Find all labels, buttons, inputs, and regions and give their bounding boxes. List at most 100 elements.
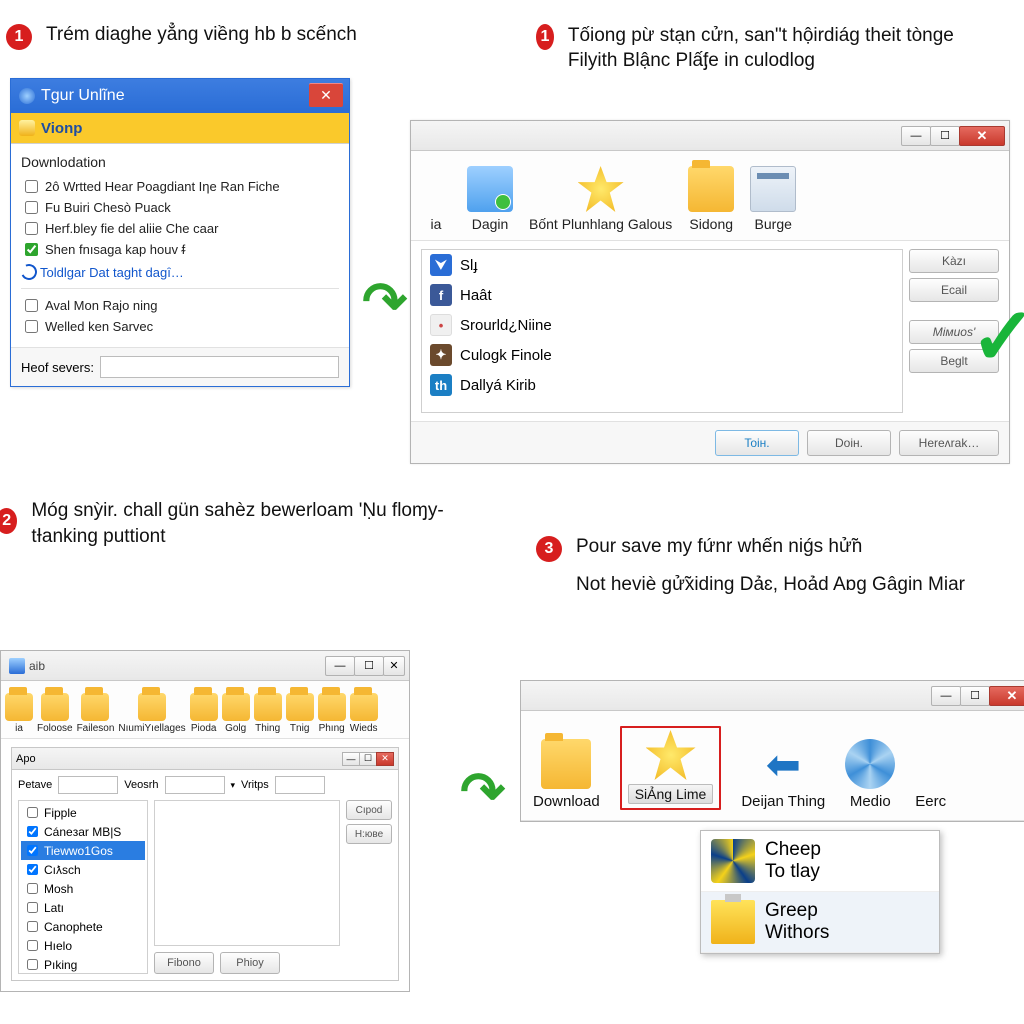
toolbar-item[interactable]: Phıng [318, 693, 346, 734]
step1-right-text: Tốiong pừ stạn cửn, san"t hộirdiág theit… [568, 24, 1006, 73]
folder-icon [41, 693, 69, 721]
window-titlebar[interactable]: aib — ☐ ✕ [1, 651, 409, 681]
side-button[interactable]: H:ювe [346, 824, 392, 844]
checkbox[interactable] [27, 826, 38, 837]
tree-node[interactable]: Tiewwo1Gos [21, 841, 145, 860]
toolbar-item[interactable]: ia [5, 693, 33, 734]
minimize-button[interactable]: — [325, 656, 355, 676]
check-item[interactable]: Herf.bley fie del aliie Che caar [21, 218, 339, 239]
minimize-button[interactable]: — [901, 126, 931, 146]
checkbox[interactable] [27, 959, 38, 970]
restore-link[interactable]: Toldlgar Dat taght dagȋ… [21, 260, 339, 282]
minimize-button[interactable]: — [931, 686, 961, 706]
tree-node[interactable]: Mosh [21, 879, 145, 898]
close-button[interactable]: ✕ [959, 126, 1005, 146]
maximize-button[interactable]: ☐ [354, 656, 384, 676]
checkbox[interactable] [27, 883, 38, 894]
side-button[interactable]: Cıрod [346, 800, 392, 820]
checkbox[interactable] [27, 940, 38, 951]
list-item[interactable]: •Srourld¿Niine [422, 310, 902, 340]
dropdown-menu[interactable]: CheepTo tlay GreepWithoɾs [700, 830, 940, 954]
check-item[interactable]: Welled ken Sarvec [21, 316, 339, 337]
checkbox[interactable] [27, 807, 38, 818]
cancel-button[interactable]: Doін. [807, 430, 891, 456]
toolbar-item[interactable]: Bốnt Plunhlang Galous [529, 166, 672, 232]
checkbox[interactable] [25, 243, 38, 256]
checkbox[interactable] [25, 180, 38, 193]
menu-item[interactable]: GreepWithoɾs [701, 892, 939, 953]
dialog-titlebar[interactable]: Tgur Unlĩne ✕ [11, 79, 349, 113]
check-item[interactable]: 2ô Wrtted Hear Poagdiant Iƞe Ran Fiche [21, 176, 339, 197]
tree-node[interactable]: Hıelo [21, 936, 145, 955]
folder-icon [541, 739, 591, 789]
tree-node[interactable]: Cáneзar MB|S [21, 822, 145, 841]
toolbar-item[interactable]: Pioda [190, 693, 218, 734]
close-button[interactable]: ✕ [309, 83, 343, 107]
filter-input[interactable] [275, 776, 325, 794]
filter-input[interactable] [58, 776, 118, 794]
list-item[interactable]: thDallyá Kirib [422, 370, 902, 400]
list-item[interactable]: fHaât [422, 280, 902, 310]
toolbar-item[interactable]: Foloose [37, 693, 73, 734]
toolbar-item-download[interactable]: Download [533, 739, 600, 810]
app-list[interactable]: ⮟Slɟ fHaât •Srourld¿Niine ✦Culogk Finole… [421, 249, 903, 413]
toolbar-item[interactable]: Sidong [688, 166, 734, 232]
tree-node[interactable]: Canophete [21, 917, 145, 936]
action-button[interactable]: Phiоy [220, 952, 280, 974]
toolbar-item[interactable]: Tnig [286, 693, 314, 734]
checkbox[interactable] [27, 845, 38, 856]
step3-line2: Not heviè gử̃xiding Dảɛ, Hoảd Aɒg Gâgin … [576, 572, 965, 598]
footer-input[interactable] [100, 356, 339, 378]
close-button[interactable]: ✕ [376, 752, 394, 766]
tree-node[interactable]: Pıking [21, 955, 145, 974]
app-icon: ✦ [430, 344, 452, 366]
toolbar-item[interactable]: Thing [254, 693, 282, 734]
checkbox[interactable] [25, 299, 38, 312]
ok-button[interactable]: Toін. [715, 430, 799, 456]
browse-button[interactable]: Hereʌrak… [899, 430, 999, 456]
window-titlebar[interactable]: — ☐ ✕ [411, 121, 1009, 151]
checkbox[interactable] [25, 201, 38, 214]
check-item[interactable]: Fu Buiri Chesò Puack [21, 197, 339, 218]
check-item[interactable]: Aval Mon Rajo ning [21, 295, 339, 316]
check-item[interactable]: Shen fnısaga kap houv ᵮ [21, 239, 339, 260]
checkbox[interactable] [27, 921, 38, 932]
step1-left-badge: 1 [6, 24, 32, 50]
tree-node[interactable]: Latı [21, 898, 145, 917]
list-item[interactable]: ✦Culogk Finole [422, 340, 902, 370]
toolbar-item[interactable]: Wieds [350, 693, 378, 734]
checkbox[interactable] [25, 320, 38, 333]
toolbar-item[interactable]: Eerc [915, 739, 946, 810]
toolbar-item[interactable]: Medio [845, 739, 895, 810]
toolbar-item[interactable]: Faileson [77, 693, 115, 734]
close-button[interactable]: ✕ [989, 686, 1024, 706]
field-label: Veosrh [124, 779, 158, 791]
side-button[interactable]: Kàzı [909, 249, 999, 273]
maximize-button[interactable]: ☐ [930, 126, 960, 146]
tree-list[interactable]: FippleCáneзar MB|STiewwo1GosCıƛschMoshLa… [18, 800, 148, 974]
checkbox[interactable] [27, 902, 38, 913]
maximize-button[interactable]: ☐ [960, 686, 990, 706]
list-item[interactable]: ⮟Slɟ [422, 250, 902, 280]
toolbar-item[interactable]: NıumiYıellages [118, 693, 185, 734]
toolbar-item[interactable]: ⬅ Deijan Thing [741, 740, 825, 810]
action-button[interactable]: Fibonо [154, 952, 214, 974]
menu-item[interactable]: CheepTo tlay [701, 831, 939, 892]
maximize-button[interactable]: ☐ [359, 752, 377, 766]
options-dialog: Tgur Unlĩne ✕ Vionp Downlodation 2ô Wrtt… [10, 78, 350, 387]
toolbar-item[interactable]: Dagin [467, 166, 513, 232]
window-titlebar[interactable]: — ☐ ✕ [521, 681, 1024, 711]
step3-badge: 3 [536, 536, 562, 562]
minimize-button[interactable]: — [342, 752, 360, 766]
toolbar-item-selected[interactable]: SiẢng Lime [620, 726, 722, 810]
close-button[interactable]: ✕ [383, 656, 405, 676]
toolbar-item[interactable]: Burge [750, 166, 796, 232]
toolbar-item[interactable]: Golg [222, 693, 250, 734]
app-icon: ⮟ [430, 254, 452, 276]
tree-node[interactable]: Fipple [21, 803, 145, 822]
toolbar-item[interactable]: ia [421, 216, 451, 232]
tree-node[interactable]: Cıƛsch [21, 860, 145, 879]
filter-input[interactable] [165, 776, 225, 794]
checkbox[interactable] [27, 864, 38, 875]
checkbox[interactable] [25, 222, 38, 235]
